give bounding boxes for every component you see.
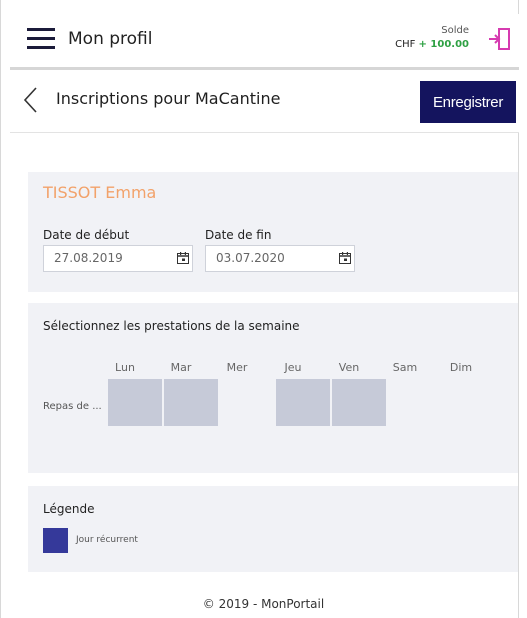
balance-display: Solde CHF + 100.00 bbox=[395, 24, 469, 52]
day-label-wed: Mer bbox=[226, 361, 248, 374]
balance-value: + 100.00 bbox=[418, 39, 469, 50]
day-label-sat: Sam bbox=[392, 361, 418, 374]
meal-cell-thu[interactable] bbox=[276, 379, 330, 426]
save-button[interactable]: Enregistrer bbox=[420, 81, 516, 123]
calendar-icon[interactable] bbox=[177, 252, 189, 264]
start-date-value: 27.08.2019 bbox=[54, 251, 123, 265]
meal-cell-tue[interactable] bbox=[164, 379, 218, 426]
profile-title[interactable]: Mon profil bbox=[68, 29, 153, 49]
footer-copyright: © 2019 - MonPortail bbox=[202, 597, 325, 611]
top-bar: Mon profil Solde CHF + 100.00 bbox=[10, 14, 519, 70]
start-date-label: Date de début bbox=[43, 228, 130, 242]
day-label-sun: Dim bbox=[449, 361, 473, 374]
end-date-field[interactable]: 03.07.2020 bbox=[205, 245, 355, 272]
child-name: TISSOT Emma bbox=[43, 183, 157, 202]
meal-row-label: Repas de ... bbox=[43, 401, 102, 412]
chevron-left-icon[interactable] bbox=[22, 86, 38, 114]
legend-swatch-recurring bbox=[43, 528, 68, 553]
balance-currency: CHF bbox=[395, 39, 416, 50]
balance-amount: CHF + 100.00 bbox=[395, 38, 469, 52]
day-label-mon: Lun bbox=[115, 361, 135, 374]
logout-door-icon[interactable] bbox=[487, 26, 513, 52]
page-header: Inscriptions pour MaCantine Enregistrer bbox=[10, 70, 519, 133]
legend-card: Légende Jour récurrent bbox=[28, 486, 518, 572]
weekly-services-card: Sélectionnez les prestations de la semai… bbox=[28, 303, 518, 473]
legend-label-recurring: Jour récurrent bbox=[76, 535, 138, 545]
services-title: Sélectionnez les prestations de la semai… bbox=[43, 319, 300, 333]
day-label-thu: Jeu bbox=[284, 361, 302, 374]
calendar-icon[interactable] bbox=[339, 252, 351, 264]
frame-border-right bbox=[518, 0, 527, 618]
end-date-value: 03.07.2020 bbox=[216, 251, 285, 265]
child-registration-card: TISSOT Emma Date de début 27.08.2019 Dat… bbox=[28, 172, 518, 292]
balance-label: Solde bbox=[441, 25, 469, 36]
start-date-field[interactable]: 27.08.2019 bbox=[43, 245, 193, 272]
hamburger-menu-icon[interactable] bbox=[27, 28, 55, 50]
legend-title: Légende bbox=[43, 502, 95, 516]
meal-cell-mon[interactable] bbox=[108, 379, 162, 426]
day-label-fri: Ven bbox=[338, 361, 360, 374]
page-title: Inscriptions pour MaCantine bbox=[56, 89, 281, 108]
end-date-label: Date de fin bbox=[205, 228, 272, 242]
day-label-tue: Mar bbox=[170, 361, 192, 374]
meal-cell-fri[interactable] bbox=[332, 379, 386, 426]
